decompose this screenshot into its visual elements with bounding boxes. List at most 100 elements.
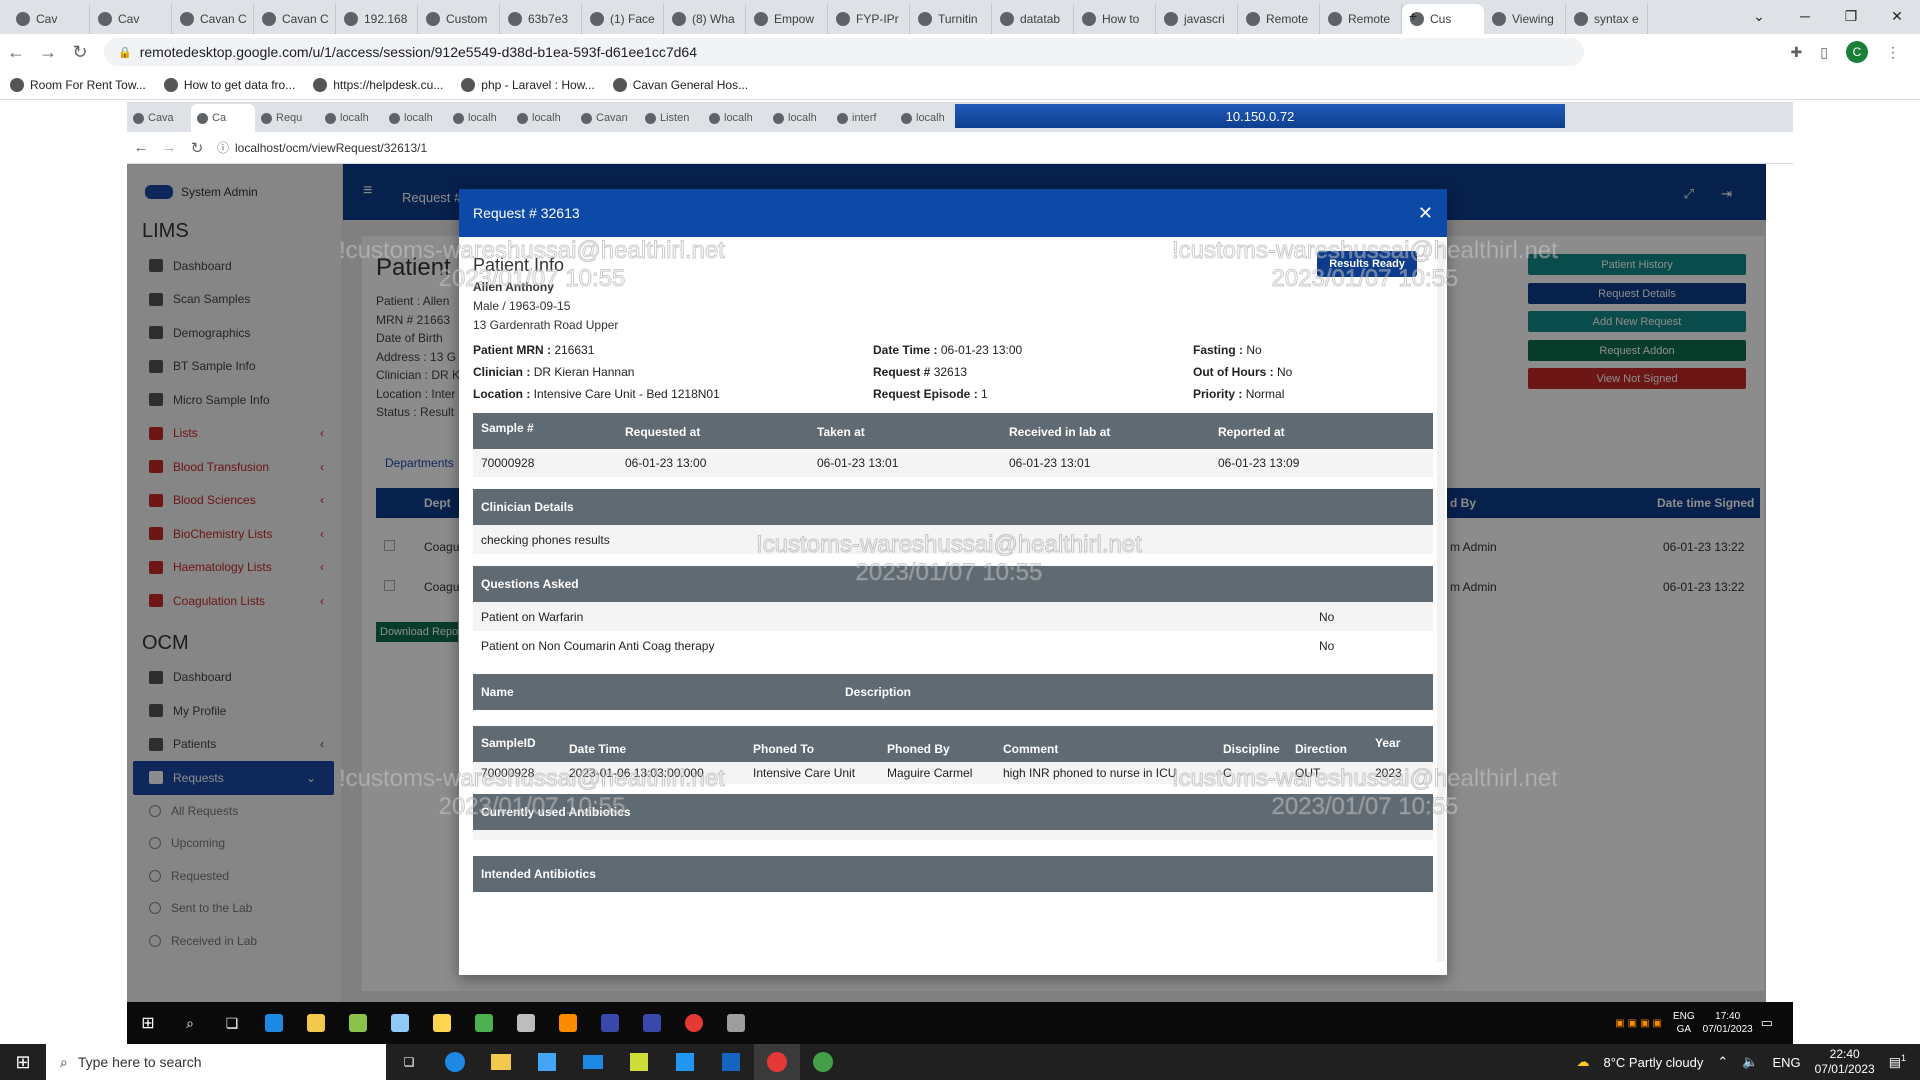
bookmark-item[interactable]: How to get data fro... — [164, 78, 295, 92]
inner-back-icon[interactable]: ← — [127, 139, 155, 156]
vm-vscode-icon[interactable] — [463, 1002, 505, 1044]
explorer-icon[interactable] — [478, 1044, 524, 1080]
vscode-icon[interactable] — [662, 1044, 708, 1080]
vm-app2-icon[interactable] — [505, 1002, 547, 1044]
inner-tab[interactable]: Listen — [639, 104, 703, 132]
outer-tab[interactable]: Cav — [90, 4, 172, 34]
vm-lang-primary: ENG — [1673, 1011, 1695, 1022]
vm-taskview-icon[interactable]: ❏ — [211, 1002, 253, 1044]
vm-app-icon[interactable] — [379, 1002, 421, 1044]
outer-tab[interactable]: javascri — [1156, 4, 1238, 34]
outer-tab[interactable]: Turnitin — [910, 4, 992, 34]
outer-tab[interactable]: Empow — [746, 4, 828, 34]
outer-tab[interactable]: (8) Wha — [664, 4, 746, 34]
notification-icon[interactable]: ▤1 — [1889, 1053, 1906, 1070]
forward-icon[interactable]: → — [32, 42, 64, 63]
vm-notepad-icon[interactable] — [337, 1002, 379, 1044]
chrome-icon[interactable] — [754, 1044, 800, 1080]
taskbar-search[interactable]: ⌕Type here to search — [46, 1044, 386, 1080]
vm-lang[interactable]: ENGGA — [1673, 1010, 1695, 1036]
bookmark-item[interactable]: https://helpdesk.cu... — [313, 78, 443, 92]
inner-tab[interactable]: localh — [895, 104, 959, 132]
inner-tab[interactable]: localh — [447, 104, 511, 132]
inner-reload-icon[interactable]: ↻ — [183, 139, 211, 157]
vm-explorer-icon[interactable] — [295, 1002, 337, 1044]
start-icon[interactable]: ⊞ — [0, 1044, 46, 1080]
vm-tools-icon[interactable] — [421, 1002, 463, 1044]
back-icon[interactable]: ← — [0, 42, 32, 63]
inner-forward-icon[interactable]: → — [155, 139, 183, 156]
app-icon[interactable] — [616, 1044, 662, 1080]
bookmark-label: Cavan General Hos... — [633, 78, 748, 92]
mail-icon[interactable] — [570, 1044, 616, 1080]
inner-tab[interactable]: Cava — [127, 104, 191, 132]
close-window-button[interactable]: ✕ — [1874, 0, 1920, 32]
outer-tab[interactable]: datatab — [992, 4, 1074, 34]
close-icon[interactable]: ✕ — [1418, 203, 1433, 224]
tab-search-icon[interactable]: ⌄ — [1736, 0, 1782, 32]
vm-app4-icon[interactable] — [631, 1002, 673, 1044]
bookmark-item[interactable]: Cavan General Hos... — [613, 78, 748, 92]
vm-chrome-icon[interactable] — [673, 1002, 715, 1044]
inner-tab[interactable]: localh — [383, 104, 447, 132]
minimize-button[interactable]: ─ — [1782, 0, 1828, 32]
inner-tab[interactable]: Requ — [255, 104, 319, 132]
reload-icon[interactable]: ↻ — [64, 42, 96, 63]
outer-tab[interactable]: syntax e — [1566, 4, 1648, 34]
outer-tab[interactable]: 63b7e3 — [500, 4, 582, 34]
host-time: 22:40 — [1830, 1047, 1860, 1061]
taskview-icon[interactable]: ❏ — [386, 1044, 432, 1080]
outer-tab[interactable]: FYP-IPr — [828, 4, 910, 34]
inner-tab-favicon-icon — [517, 113, 528, 124]
inner-tab[interactable]: localh — [319, 104, 383, 132]
inner-tab[interactable]: localh — [703, 104, 767, 132]
outer-url-field[interactable]: 🔒remotedesktop.google.com/u/1/access/ses… — [104, 38, 1584, 66]
vm-search-icon[interactable]: ⌕ — [169, 1002, 211, 1044]
patient-sex-dob: Male / 1963-09-15 — [473, 297, 1433, 316]
outer-tab[interactable]: Cavan C — [172, 4, 254, 34]
inner-tab[interactable]: localh — [767, 104, 831, 132]
vm-start-icon[interactable]: ⊞ — [127, 1002, 169, 1044]
extensions-icon[interactable]: ✚ — [1791, 44, 1803, 61]
results-ready-button[interactable]: Results Ready — [1317, 251, 1417, 277]
weather-text[interactable]: 8°C Partly cloudy — [1604, 1055, 1704, 1070]
bookmark-item[interactable]: Room For Rent Tow... — [10, 78, 146, 92]
tray-up-icon[interactable]: ⌃ — [1717, 1054, 1728, 1070]
host-lang[interactable]: ENG — [1772, 1055, 1800, 1070]
modal-scrollbar[interactable] — [1437, 241, 1445, 961]
store-icon[interactable] — [524, 1044, 570, 1080]
vm-notification-icon[interactable]: ▭ — [1761, 1015, 1773, 1031]
vm-app3-icon[interactable] — [589, 1002, 631, 1044]
vm-clock[interactable]: 17:4007/01/2023 — [1703, 1010, 1753, 1036]
outer-tab[interactable]: Remote — [1238, 4, 1320, 34]
bookmark-item[interactable]: php - Laravel : How... — [461, 78, 594, 92]
maximize-button[interactable]: ❐ — [1828, 0, 1874, 32]
profile-avatar[interactable]: C — [1846, 41, 1868, 63]
new-tab-button[interactable]: + — [1390, 0, 1436, 32]
outer-tab[interactable]: How to — [1074, 4, 1156, 34]
vm-ie-icon[interactable] — [253, 1002, 295, 1044]
sidepanel-icon[interactable]: ▯ — [1820, 44, 1828, 61]
edge-icon[interactable] — [432, 1044, 478, 1080]
host-clock[interactable]: 22:4007/01/2023 — [1815, 1047, 1875, 1077]
outer-tab[interactable]: Cavan C — [254, 4, 336, 34]
outer-tab[interactable]: Viewing — [1484, 4, 1566, 34]
menu-icon[interactable]: ⋮ — [1886, 44, 1900, 61]
name-description-header: NameDescription — [473, 674, 1433, 710]
outer-tab[interactable]: (1) Face — [582, 4, 664, 34]
inner-tab[interactable]: interf — [831, 104, 895, 132]
vm-app5-icon[interactable] — [715, 1002, 757, 1044]
word-icon[interactable] — [708, 1044, 754, 1080]
vm-tray-icons[interactable]: ▣▣▣▣ — [1615, 1018, 1665, 1029]
volume-icon[interactable]: 🔈 — [1742, 1054, 1758, 1070]
tab-favicon-icon — [180, 12, 194, 26]
inner-tab[interactable]: Ca — [191, 104, 255, 132]
outer-tab[interactable]: 192.168 — [336, 4, 418, 34]
vm-xampp-icon[interactable] — [547, 1002, 589, 1044]
inner-tab[interactable]: Cavan — [575, 104, 639, 132]
outer-tab[interactable]: Cav — [8, 4, 90, 34]
outer-tab[interactable]: Custom — [418, 4, 500, 34]
inner-tab[interactable]: localh — [511, 104, 575, 132]
inner-url-text[interactable]: localhost/ocm/viewRequest/32613/1 — [235, 141, 427, 155]
chrome-icon-2[interactable] — [800, 1044, 846, 1080]
